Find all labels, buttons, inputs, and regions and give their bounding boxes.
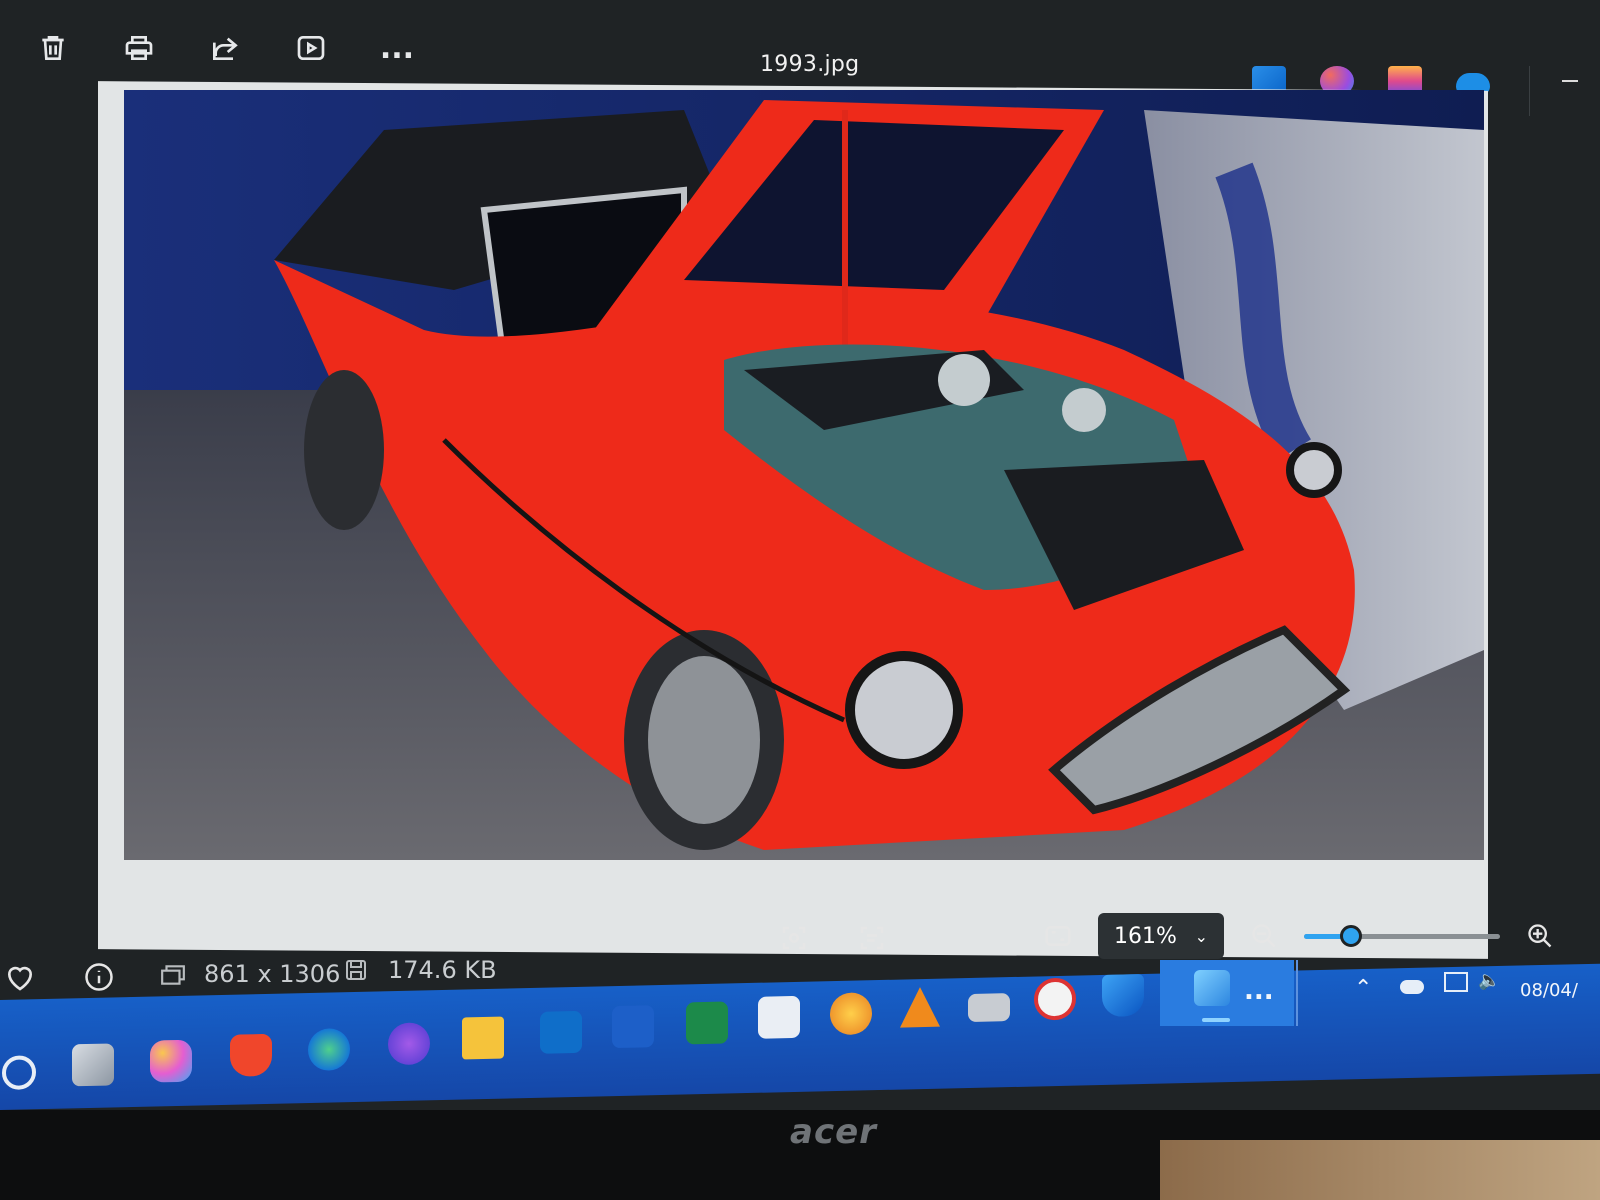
network-icon[interactable] bbox=[1444, 972, 1468, 992]
active-indicator bbox=[1202, 1018, 1230, 1022]
viewer-toolbar: ... bbox=[30, 18, 420, 78]
slideshow-button[interactable] bbox=[288, 25, 334, 71]
image-viewer-app-icon[interactable] bbox=[830, 992, 872, 1036]
file-title: 1993.jpg bbox=[760, 52, 860, 77]
desk-surface bbox=[1160, 1140, 1600, 1200]
volume-icon[interactable]: 🔈 bbox=[1478, 970, 1500, 991]
heart-icon bbox=[8, 966, 32, 991]
word-icon[interactable] bbox=[612, 1005, 654, 1049]
clock-date[interactable]: 08/04/ bbox=[1520, 980, 1578, 1001]
share-icon bbox=[213, 37, 238, 60]
infinity-app-icon[interactable] bbox=[388, 1022, 430, 1066]
zoom-in-button[interactable] bbox=[1522, 918, 1558, 954]
save-icon bbox=[344, 958, 368, 988]
file-explorer-icon[interactable] bbox=[462, 1016, 504, 1060]
share-button[interactable] bbox=[202, 25, 248, 71]
file-size: 174.6 KB bbox=[388, 956, 497, 984]
zoom-slider[interactable] bbox=[1304, 924, 1500, 947]
ez-app-icon[interactable] bbox=[1034, 977, 1076, 1021]
minimize-button[interactable] bbox=[1562, 80, 1578, 82]
screen: ... 1993.jpg 161% ⌄ 861 x 1306 174.6 KB … bbox=[0, 0, 1600, 1110]
zoom-level: 161% bbox=[1114, 923, 1177, 949]
chevron-up-icon[interactable]: ⌃ bbox=[1354, 976, 1372, 1001]
photos-taskbar-active[interactable] bbox=[1160, 960, 1294, 1026]
snipping-tool-icon[interactable] bbox=[758, 995, 800, 1039]
photo-canvas[interactable] bbox=[124, 90, 1484, 860]
monitor-brand: acer bbox=[790, 1112, 877, 1152]
photos-taskbar-icon bbox=[1194, 970, 1230, 1006]
file-info-button[interactable] bbox=[84, 962, 114, 998]
onedrive-tray-icon[interactable] bbox=[1400, 980, 1424, 994]
vlc-icon[interactable] bbox=[900, 986, 940, 1028]
zoom-slider-thumb[interactable] bbox=[1340, 924, 1363, 947]
zoom-out-icon bbox=[1252, 924, 1276, 948]
more-label: ... bbox=[379, 30, 415, 66]
tray-divider bbox=[1296, 960, 1298, 1026]
monitor: ... 1993.jpg 161% ⌄ 861 x 1306 174.6 KB … bbox=[0, 0, 1600, 1200]
scanner-app-icon[interactable] bbox=[968, 993, 1010, 1023]
defender-icon[interactable] bbox=[1102, 974, 1144, 1017]
info-icon bbox=[85, 963, 113, 991]
outlook-icon[interactable] bbox=[540, 1010, 582, 1054]
task-view-icon[interactable] bbox=[72, 1043, 114, 1087]
image-dimensions: 861 x 1306 bbox=[204, 960, 341, 988]
taskbar-more-button[interactable]: ... bbox=[1244, 976, 1274, 1006]
toolbar-divider bbox=[1529, 66, 1530, 116]
car-photo bbox=[124, 90, 1484, 860]
zoom-in-icon bbox=[1528, 924, 1552, 948]
brave-icon[interactable] bbox=[230, 1033, 272, 1077]
system-tray: ... ⌃ 🔈 08/04/ bbox=[1160, 960, 1600, 1028]
delete-button[interactable] bbox=[30, 25, 76, 71]
dimensions-icon bbox=[160, 964, 186, 992]
excel-icon[interactable] bbox=[686, 1001, 728, 1045]
printer-icon bbox=[125, 36, 153, 60]
search-icon[interactable] bbox=[2, 1055, 36, 1090]
zoom-out-button[interactable] bbox=[1246, 918, 1282, 954]
favorite-button[interactable] bbox=[4, 962, 36, 998]
trash-icon bbox=[42, 36, 64, 60]
chevron-down-icon: ⌄ bbox=[1194, 926, 1208, 946]
print-button[interactable] bbox=[116, 25, 162, 71]
copilot-app-icon[interactable] bbox=[150, 1039, 192, 1083]
play-icon bbox=[297, 36, 325, 60]
more-button[interactable]: ... bbox=[374, 25, 420, 71]
edge-icon[interactable] bbox=[308, 1028, 350, 1072]
